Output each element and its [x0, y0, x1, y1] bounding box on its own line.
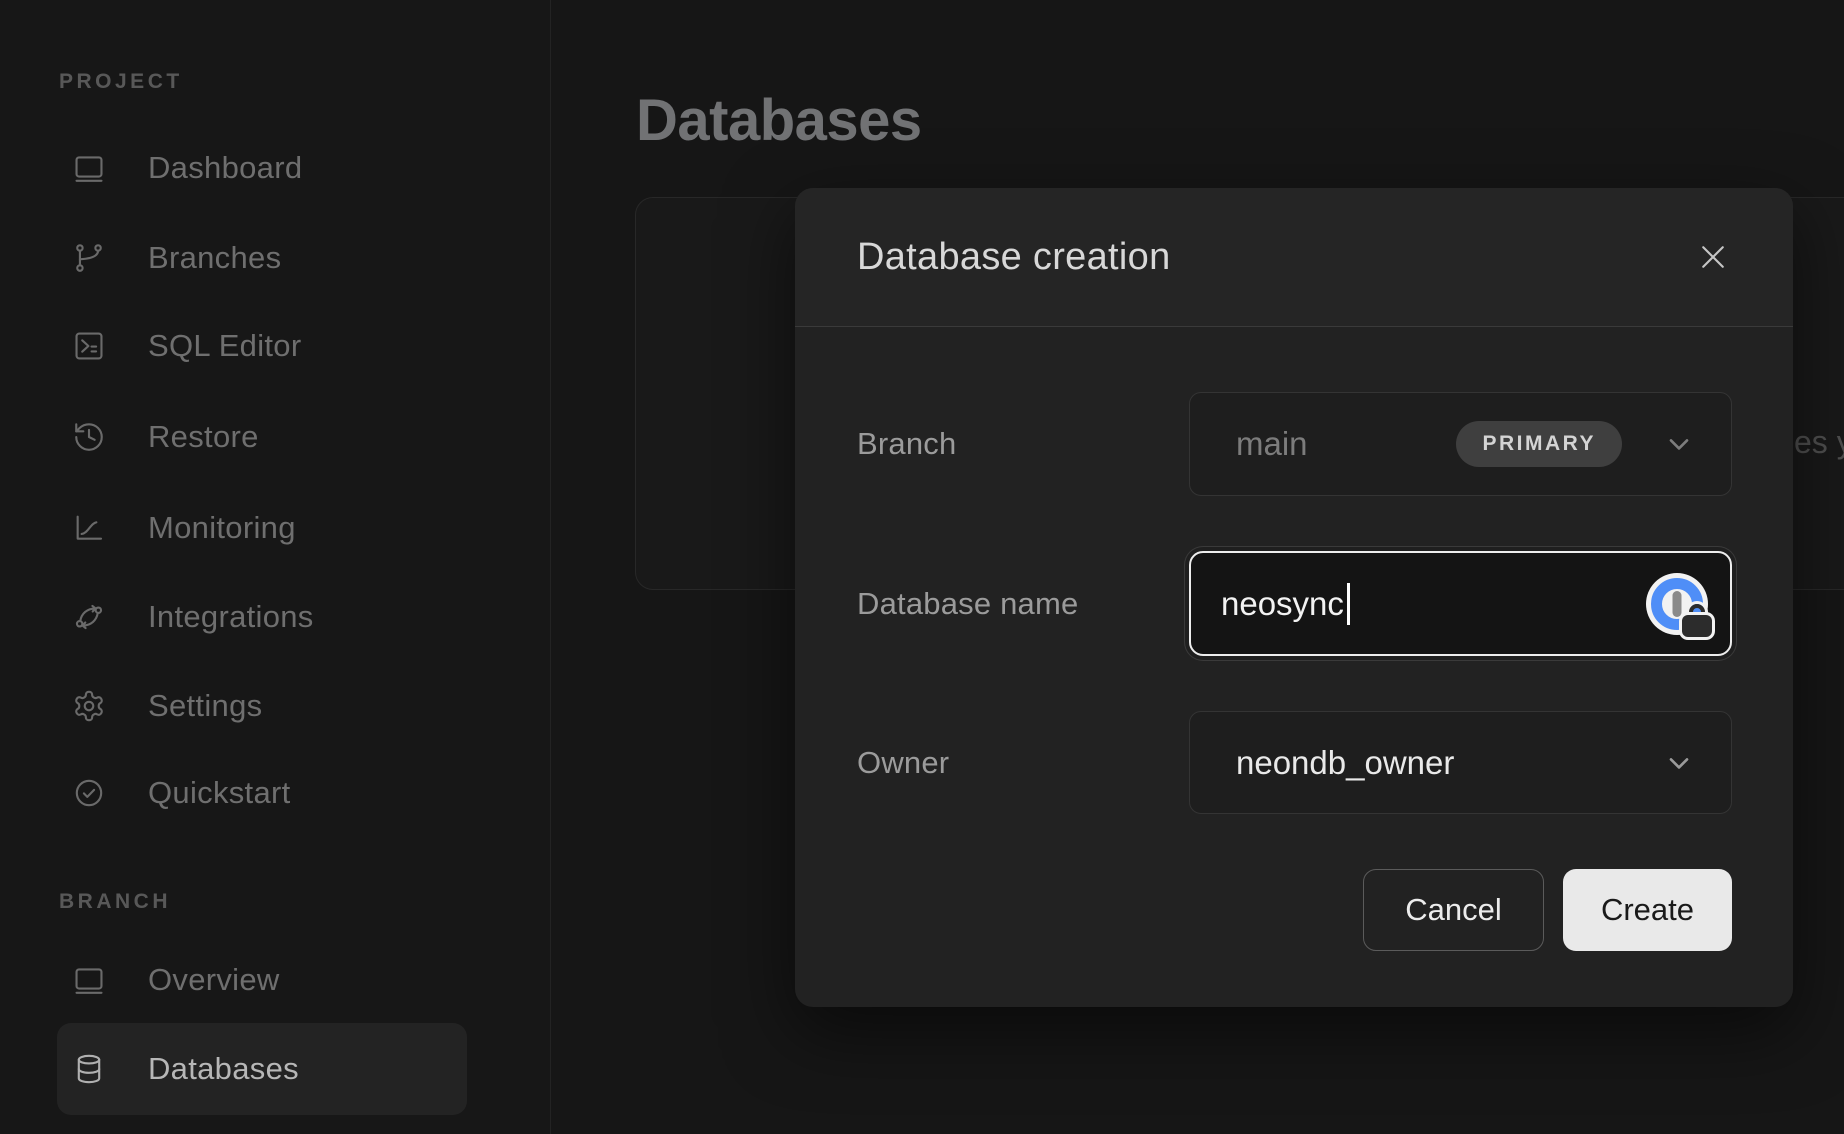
page-title: Databases: [636, 87, 922, 154]
sidebar-item-label: Integrations: [148, 599, 314, 635]
gear-icon: [72, 689, 106, 723]
owner-field-row: Owner neondb_owner: [857, 711, 1732, 814]
onepassword-icon[interactable]: [1646, 573, 1708, 635]
sql-editor-icon: [72, 329, 106, 363]
database-creation-modal: Database creation Branch main PRIMARY: [795, 188, 1793, 1007]
lock-icon: [1682, 615, 1712, 637]
database-icon: [72, 1052, 106, 1086]
sidebar-item-label: Databases: [148, 1051, 299, 1087]
background-text-fragment: es y: [1794, 424, 1844, 461]
sidebar-item-label: Branches: [148, 240, 281, 276]
database-name-field-row: Database name neosync: [857, 551, 1732, 656]
cancel-button[interactable]: Cancel: [1363, 869, 1544, 951]
modal-body: Branch main PRIMARY Database name neosyn…: [795, 392, 1793, 951]
sidebar-section-project: PROJECT: [59, 70, 183, 94]
sidebar-item-label: Overview: [148, 962, 280, 998]
sidebar-item-sql-editor[interactable]: SQL Editor: [57, 316, 467, 376]
close-button[interactable]: [1691, 235, 1735, 279]
sidebar-item-quickstart[interactable]: Quickstart: [57, 763, 467, 823]
modal-actions: Cancel Create: [857, 869, 1732, 951]
sidebar-item-overview[interactable]: Overview: [57, 950, 467, 1010]
sidebar-item-monitoring[interactable]: Monitoring: [57, 498, 467, 558]
sidebar-section-branch: BRANCH: [59, 890, 171, 914]
modal-title: Database creation: [857, 236, 1691, 279]
branch-value: main: [1236, 425, 1308, 463]
close-icon: [1695, 239, 1731, 275]
monitoring-icon: [72, 511, 106, 545]
sidebar-item-label: Dashboard: [148, 150, 302, 186]
sidebar-item-integrations[interactable]: Integrations: [57, 587, 467, 647]
neon-console: PROJECT Dashboard Branches SQL Editor Re…: [0, 0, 1844, 1134]
chevron-down-icon: [1663, 747, 1695, 779]
sidebar-item-restore[interactable]: Restore: [57, 407, 467, 467]
owner-value: neondb_owner: [1236, 744, 1454, 782]
sidebar-item-label: Restore: [148, 419, 259, 455]
sidebar-item-label: SQL Editor: [148, 328, 301, 364]
sidebar-item-label: Quickstart: [148, 775, 291, 811]
modal-header: Database creation: [795, 188, 1793, 327]
check-circle-icon: [72, 776, 106, 810]
sidebar-item-label: Monitoring: [148, 510, 296, 546]
sidebar-item-dashboard[interactable]: Dashboard: [57, 138, 467, 198]
git-branch-icon: [72, 241, 106, 275]
database-name-label: Database name: [857, 586, 1189, 622]
overview-icon: [72, 963, 106, 997]
sidebar: PROJECT Dashboard Branches SQL Editor Re…: [0, 0, 551, 1134]
integrations-icon: [72, 600, 106, 634]
sidebar-item-label: Settings: [148, 688, 262, 724]
text-cursor: [1347, 583, 1350, 625]
history-icon: [72, 420, 106, 454]
branch-label: Branch: [857, 426, 1189, 462]
database-name-input[interactable]: neosync: [1189, 551, 1732, 656]
sidebar-item-branches[interactable]: Branches: [57, 228, 467, 288]
owner-label: Owner: [857, 745, 1189, 781]
sidebar-item-settings[interactable]: Settings: [57, 676, 467, 736]
owner-select[interactable]: neondb_owner: [1189, 711, 1732, 814]
chevron-down-icon: [1663, 428, 1695, 460]
branch-select[interactable]: main PRIMARY: [1189, 392, 1732, 496]
primary-badge: PRIMARY: [1456, 421, 1622, 467]
sidebar-item-databases[interactable]: Databases: [57, 1023, 467, 1115]
create-button[interactable]: Create: [1563, 869, 1732, 951]
database-name-value: neosync: [1221, 585, 1344, 623]
branch-field-row: Branch main PRIMARY: [857, 392, 1732, 496]
dashboard-icon: [72, 151, 106, 185]
